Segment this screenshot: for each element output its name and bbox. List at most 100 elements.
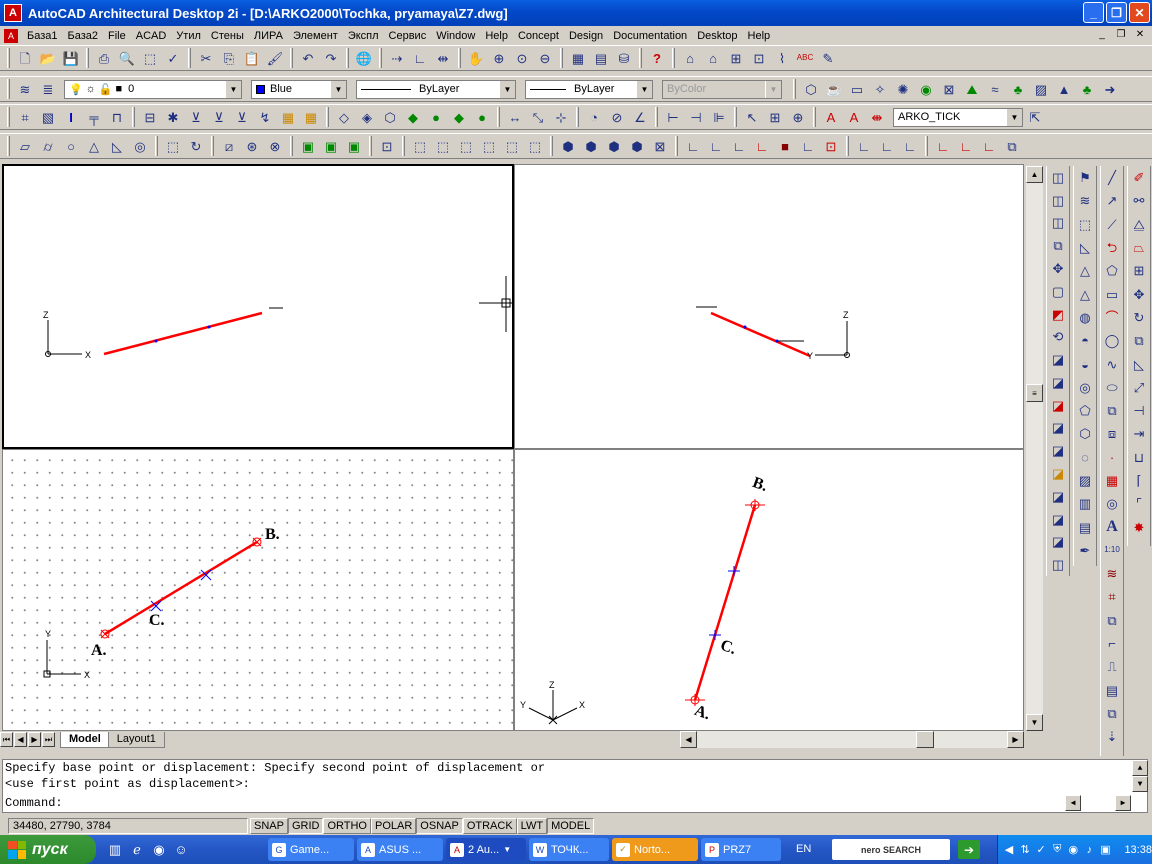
dim-continue-icon[interactable]: ⊣ bbox=[685, 106, 707, 128]
cmd-scroll-down-icon[interactable]: ▼ bbox=[1132, 776, 1148, 792]
frame-3d-icon[interactable]: ▢ bbox=[1047, 280, 1069, 303]
break-icon[interactable]: ↯ bbox=[254, 106, 276, 128]
revolve-icon[interactable]: ↻ bbox=[185, 135, 207, 157]
grid-toggle[interactable]: GRID bbox=[287, 818, 324, 834]
house-icon[interactable]: ⌂ bbox=[702, 47, 724, 69]
hatch-v-icon[interactable]: ▦ bbox=[1101, 469, 1123, 492]
menu-lira[interactable]: ЛИРА bbox=[249, 30, 288, 42]
fog-icon[interactable]: ≈ bbox=[984, 78, 1006, 100]
toolbar-grip[interactable] bbox=[7, 136, 10, 156]
color-face-icon[interactable]: ◪ bbox=[1047, 462, 1069, 485]
step-icon[interactable]: ⎍ bbox=[1101, 655, 1123, 678]
scale-icon[interactable]: ⧉ bbox=[1128, 329, 1150, 352]
minimize-button[interactable]: _ bbox=[1083, 2, 1104, 23]
dim-edit-icon[interactable]: A bbox=[820, 106, 842, 128]
open-icon[interactable]: 📂 bbox=[37, 47, 59, 69]
start-button[interactable]: пуск bbox=[0, 835, 96, 864]
delete-face-icon[interactable]: ◪ bbox=[1047, 417, 1069, 440]
abc-icon[interactable]: ABC bbox=[794, 47, 816, 69]
3dface-icon[interactable]: ⬠ bbox=[1074, 399, 1096, 422]
stretch-icon[interactable]: ◺ bbox=[1128, 352, 1150, 375]
segment-ab-iso[interactable] bbox=[693, 504, 757, 701]
table-2-icon[interactable]: ▦ bbox=[300, 106, 322, 128]
spell-icon[interactable]: ✓ bbox=[162, 47, 184, 69]
iso-ne-icon[interactable]: ⬢ bbox=[603, 135, 625, 157]
antivirus-icon[interactable]: ◉ bbox=[1066, 842, 1080, 858]
pan-icon[interactable]: ✋ bbox=[465, 47, 487, 69]
lineweight-dropdown[interactable]: ByLayer ▼ bbox=[525, 79, 653, 99]
toolbar-grip[interactable] bbox=[7, 79, 10, 99]
wedge-surface-icon[interactable]: ◺ bbox=[1074, 236, 1096, 259]
go-icon[interactable]: ➔ bbox=[958, 840, 980, 859]
network-icon[interactable]: ⇅ bbox=[1018, 842, 1032, 858]
cube-icon[interactable]: ⬡ bbox=[379, 106, 401, 128]
box-surface-icon[interactable]: ⬚ bbox=[1074, 213, 1096, 236]
column-icon[interactable]: ╤ bbox=[83, 106, 105, 128]
lwt-toggle[interactable]: LWT bbox=[516, 818, 548, 834]
copy-icon[interactable]: ⎘ bbox=[218, 47, 240, 69]
corner-icon[interactable]: ⌐ bbox=[1101, 632, 1123, 655]
print-icon[interactable]: ⎙ bbox=[93, 47, 115, 69]
boundary-icon[interactable]: ≋ bbox=[1101, 562, 1123, 585]
solid-sphere-icon[interactable]: ● bbox=[471, 106, 493, 128]
statistics-icon[interactable]: ▲ bbox=[1053, 78, 1075, 100]
desktop-icon[interactable]: ▥ bbox=[106, 841, 124, 859]
make-block-icon[interactable]: ⧈ bbox=[1101, 422, 1123, 445]
move-3d-icon[interactable]: ✥ bbox=[1047, 257, 1069, 280]
stair-icon[interactable]: ⌇ bbox=[771, 47, 793, 69]
line-icon[interactable]: ╱ bbox=[1101, 166, 1123, 189]
hscroll-thumb[interactable] bbox=[916, 731, 934, 748]
dim-radius-icon[interactable]: ◔ bbox=[583, 106, 605, 128]
sphere-icon[interactable]: ● bbox=[425, 106, 447, 128]
ucs-y-icon[interactable]: ∟ bbox=[876, 135, 898, 157]
shell-icon[interactable]: ◫ bbox=[1047, 553, 1069, 576]
menu-help[interactable]: Help bbox=[480, 30, 513, 42]
chevron-down-icon[interactable]: ▼ bbox=[330, 80, 346, 98]
copy-object-icon[interactable]: ⚯ bbox=[1128, 189, 1150, 212]
orbit-3-icon[interactable]: ◫ bbox=[1047, 212, 1069, 235]
mapping-icon[interactable]: ⊠ bbox=[938, 78, 960, 100]
distance-icon[interactable]: ⇹ bbox=[432, 47, 454, 69]
ucs-icon[interactable]: ∟ bbox=[409, 47, 431, 69]
table-icon[interactable]: ▦ bbox=[277, 106, 299, 128]
menu-element[interactable]: Элемент bbox=[288, 30, 343, 42]
new-icon[interactable]: 🗋 bbox=[14, 47, 36, 69]
window-v-icon[interactable]: ⧉ bbox=[1101, 702, 1123, 725]
insert-block-icon[interactable]: ⧉ bbox=[1101, 399, 1123, 422]
section-icon[interactable]: ⊛ bbox=[241, 135, 263, 157]
paste-icon[interactable]: 📋 bbox=[241, 47, 263, 69]
torus-icon[interactable]: ◎ bbox=[129, 135, 151, 157]
copy-face-icon[interactable]: ◪ bbox=[1047, 439, 1069, 462]
security-icon[interactable]: ⛨ bbox=[1050, 842, 1064, 858]
construction-line-icon[interactable]: ↗ bbox=[1101, 189, 1123, 212]
view-left-icon[interactable]: ⬚ bbox=[455, 135, 477, 157]
match-properties-icon[interactable]: 🖌 bbox=[264, 47, 286, 69]
dim-diameter-icon[interactable]: ⊘ bbox=[606, 106, 628, 128]
color-dropdown[interactable]: Blue ▼ bbox=[251, 79, 347, 99]
axes-icon[interactable]: ⊻ bbox=[185, 106, 207, 128]
zoom-previous-icon[interactable]: ⊖ bbox=[534, 47, 556, 69]
ucs-world-icon[interactable]: ∟ bbox=[682, 135, 704, 157]
leader-icon[interactable]: ↖ bbox=[741, 106, 763, 128]
scroll-thumb[interactable]: ≡ bbox=[1026, 384, 1043, 402]
dim-angular-icon[interactable]: ∠ bbox=[629, 106, 651, 128]
ucs-manager-icon[interactable]: ∟ bbox=[955, 135, 977, 157]
revolved-surface-icon[interactable]: ◌ bbox=[1074, 446, 1096, 469]
segment-ab-plan[interactable] bbox=[104, 540, 258, 636]
ucs-face-icon[interactable]: ∟ bbox=[728, 135, 750, 157]
cone-surface-icon[interactable]: △ bbox=[1074, 282, 1096, 305]
chevron-down-icon[interactable]: ▼ bbox=[1006, 108, 1022, 126]
database-icon[interactable]: ⛁ bbox=[613, 47, 635, 69]
clean-icon[interactable]: ◪ bbox=[1047, 508, 1069, 531]
solid-cube-icon[interactable]: ◆ bbox=[448, 106, 470, 128]
sphere-3d-icon[interactable]: ○ bbox=[60, 135, 82, 157]
rotate-icon[interactable]: ↻ bbox=[1128, 306, 1150, 329]
edit-surface-icon[interactable]: ✒ bbox=[1074, 539, 1096, 562]
layer-dropdown[interactable]: 💡 ☼ 🔓 ■ 0 ▼ bbox=[64, 79, 242, 99]
interfere-icon[interactable]: ⊗ bbox=[264, 135, 286, 157]
document-icon[interactable]: A bbox=[4, 28, 18, 43]
chevron-down-icon[interactable]: ▼ bbox=[636, 80, 652, 98]
spline-icon[interactable]: ∿ bbox=[1101, 352, 1123, 375]
cmd-scroll-up-icon[interactable]: ▲ bbox=[1132, 760, 1148, 776]
publish-icon[interactable]: ⬚ bbox=[139, 47, 161, 69]
